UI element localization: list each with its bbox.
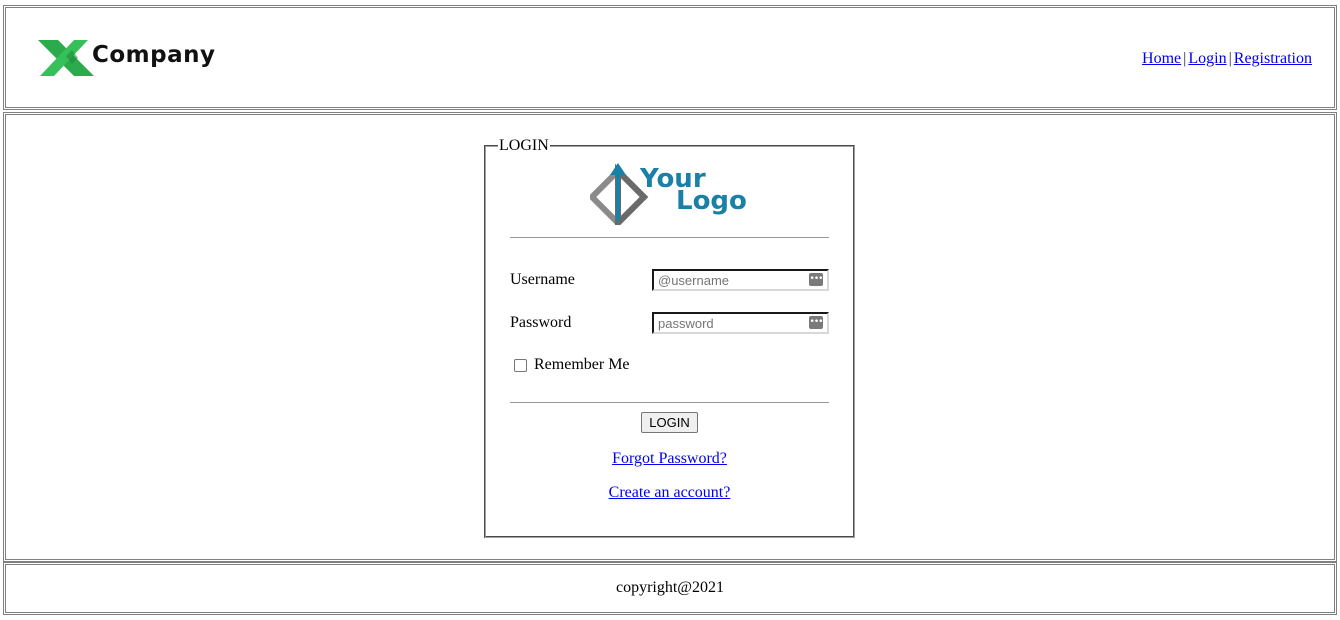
remember-me-checkbox[interactable] — [514, 358, 527, 372]
username-input[interactable]: @username ••• — [652, 269, 829, 291]
create-account-link[interactable]: Create an account? — [609, 484, 731, 501]
remember-me-label[interactable]: Remember Me — [534, 356, 630, 374]
login-fieldset: LOGIN Your Logo Username @username ••• P… — [484, 137, 855, 538]
brand-logo[interactable]: Company — [36, 36, 216, 78]
password-placeholder: password — [658, 315, 714, 331]
nav-home-link[interactable]: Home — [1142, 50, 1181, 67]
forgot-password-row: Forgot Password? — [510, 450, 829, 468]
main-content: LOGIN Your Logo Username @username ••• P… — [3, 112, 1337, 562]
copyright-text: copyright@2021 — [615, 579, 725, 596]
remember-me-row: Remember Me — [510, 356, 829, 374]
diamond-logo-icon: Your Logo — [589, 163, 747, 225]
top-nav: Home | Login | Registration — [1142, 50, 1312, 68]
divider — [510, 237, 829, 238]
nav-separator: | — [1183, 50, 1187, 67]
login-button[interactable]: LOGIN — [641, 412, 698, 433]
username-row: Username @username ••• — [510, 269, 829, 291]
your-logo: Your Logo — [510, 161, 829, 227]
password-manager-icon[interactable]: ••• — [809, 316, 823, 329]
create-account-row: Create an account? — [510, 484, 829, 502]
username-label: Username — [510, 271, 575, 288]
password-manager-icon[interactable]: ••• — [809, 273, 823, 286]
nav-login-link[interactable]: Login — [1188, 50, 1226, 67]
logo-text-logo: Logo — [676, 186, 747, 216]
footer: copyright@2021 — [3, 562, 1337, 615]
forgot-password-link[interactable]: Forgot Password? — [612, 450, 727, 467]
nav-registration-link[interactable]: Registration — [1234, 50, 1312, 67]
password-input[interactable]: password ••• — [652, 312, 829, 334]
nav-separator: | — [1228, 50, 1232, 67]
password-label: Password — [510, 314, 572, 331]
x-logo-icon — [38, 40, 94, 76]
divider — [510, 402, 829, 403]
username-placeholder: @username — [658, 272, 730, 288]
password-row: Password password ••• — [510, 312, 829, 334]
login-legend: LOGIN — [499, 137, 549, 154]
brand-name: Company — [92, 42, 216, 68]
header: Company Home | Login | Registration — [3, 5, 1337, 110]
